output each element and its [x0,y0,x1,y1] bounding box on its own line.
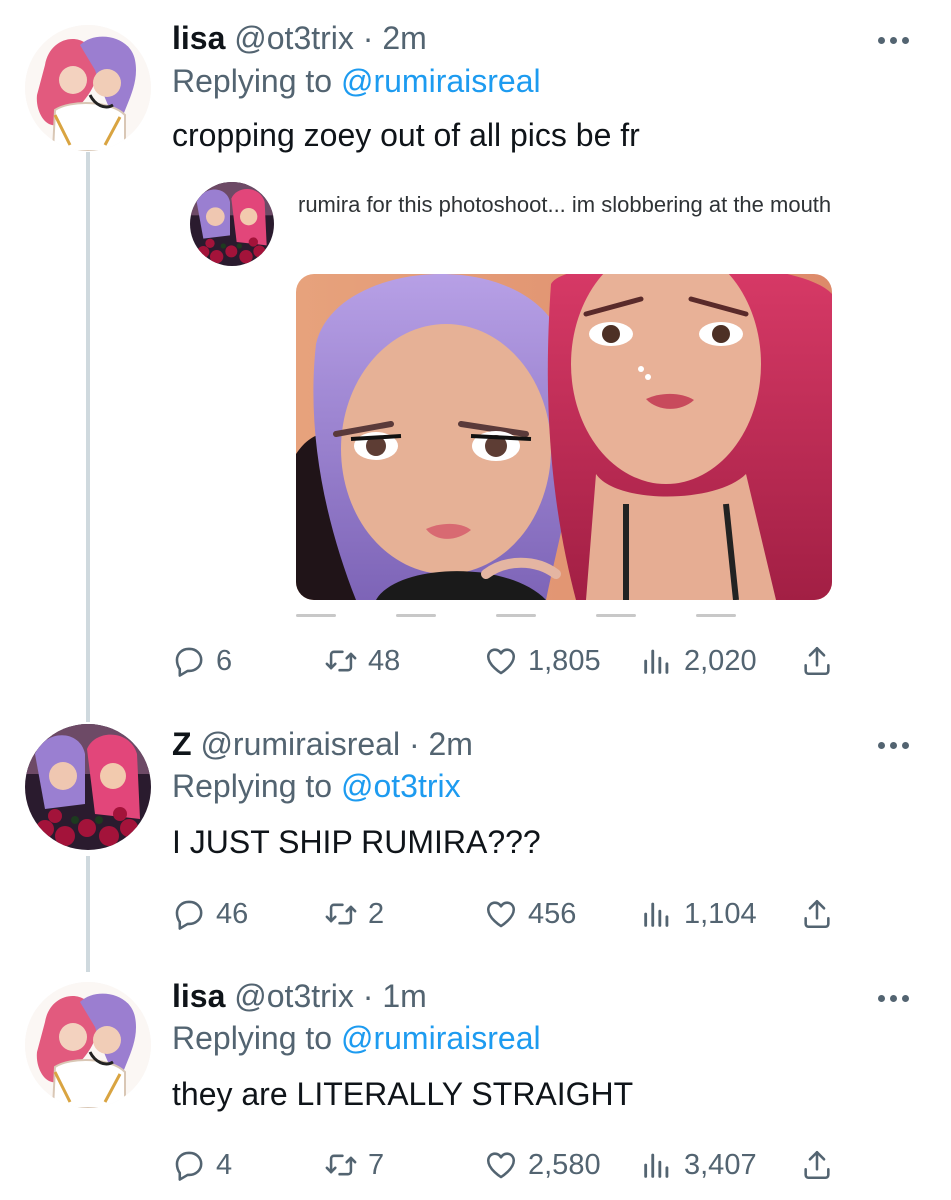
reply-icon [172,897,206,931]
heart-icon [484,1148,518,1182]
timestamp[interactable]: · 2m [409,726,473,762]
replying-label: Replying to [172,768,333,804]
retweet-button[interactable]: 48 [324,641,400,681]
view-count: 3,407 [684,1148,757,1181]
avatar-image [25,25,151,151]
retweet-icon [324,644,358,678]
heart-icon [484,644,518,678]
user-handle[interactable]: @rumiraisreal [200,726,400,762]
display-name[interactable]: Z [172,726,192,762]
share-button[interactable] [800,1145,834,1185]
reply-button[interactable]: 46 [172,894,248,934]
replying-handle-link[interactable]: @ot3trix [341,768,461,804]
timestamp[interactable]: · 2m [363,20,427,56]
reply-count: 46 [216,897,249,930]
avatar-image [25,724,151,850]
retweet-count: 2 [368,897,385,930]
embedded-cut-actions [296,614,832,620]
replying-label: Replying to [172,63,333,99]
views-icon [640,644,674,678]
tweet-text: cropping zoey out of all pics be fr [172,117,640,153]
more-options-icon[interactable] [878,34,918,46]
share-icon [800,897,834,931]
replying-handle-link[interactable]: @rumiraisreal [341,1020,541,1056]
like-button[interactable]: 2,580 [484,1145,601,1185]
share-icon [800,644,834,678]
display-name[interactable]: lisa [172,978,225,1014]
view-count: 1,104 [684,897,757,930]
embedded-photo [296,274,832,600]
embedded-text: rumira for this photoshoot... im slobber… [298,192,832,217]
display-name[interactable]: lisa [172,20,225,56]
replying-handle-link[interactable]: @rumiraisreal [341,63,541,99]
reply-count: 4 [216,1148,233,1181]
reply-count: 6 [216,644,233,677]
more-options-icon[interactable] [878,739,918,751]
replying-to: Replying to @rumiraisreal [172,61,541,101]
retweet-icon [324,1148,358,1182]
views-button[interactable]: 3,407 [640,1145,757,1185]
views-icon [640,897,674,931]
avatar-image [25,982,151,1108]
reply-button[interactable]: 6 [172,641,232,681]
reply-icon [172,644,206,678]
tweet-actions: 46 2 456 1,104 [172,894,842,934]
tweet-header: lisa @ot3trix · 1m [172,976,427,1016]
user-handle[interactable]: @ot3trix [234,978,354,1014]
tweet-header: lisa @ot3trix · 2m [172,18,427,58]
tweet-text: they are LITERALLY STRAIGHT [172,1076,634,1112]
reply-icon [172,1148,206,1182]
retweet-button[interactable]: 7 [324,1145,384,1185]
tweet-header: Z @rumiraisreal · 2m [172,724,473,764]
user-handle[interactable]: @ot3trix [234,20,354,56]
view-count: 2,020 [684,644,757,677]
like-count: 1,805 [528,644,601,677]
share-button[interactable] [800,894,834,934]
retweet-count: 48 [368,644,401,677]
replying-to: Replying to @rumiraisreal [172,1018,541,1058]
retweet-icon [324,897,358,931]
tweet-text: I JUST SHIP RUMIRA??? [172,824,541,860]
avatar[interactable] [25,724,151,850]
reply-button[interactable]: 4 [172,1145,232,1185]
timestamp[interactable]: · 1m [363,978,427,1014]
tweet-actions: 4 7 2,580 3,407 [172,1145,842,1185]
replying-to: Replying to @ot3trix [172,766,461,806]
views-button[interactable]: 2,020 [640,641,757,681]
share-icon [800,1148,834,1182]
thread-line [86,856,90,972]
avatar[interactable] [25,982,151,1108]
embedded-screenshot[interactable]: rumira for this photoshoot... im slobber… [180,168,840,628]
like-count: 2,580 [528,1148,601,1181]
thread-line [86,152,90,722]
views-button[interactable]: 1,104 [640,894,757,934]
tweet-actions: 6 48 1,805 2,020 [172,641,842,681]
retweet-count: 7 [368,1148,385,1181]
more-options-icon[interactable] [878,992,918,1004]
share-button[interactable] [800,641,834,681]
heart-icon [484,897,518,931]
like-count: 456 [528,897,577,930]
retweet-button[interactable]: 2 [324,894,384,934]
like-button[interactable]: 1,805 [484,641,601,681]
views-icon [640,1148,674,1182]
avatar[interactable] [25,25,151,151]
replying-label: Replying to [172,1020,333,1056]
embedded-avatar [190,182,274,266]
like-button[interactable]: 456 [484,894,576,934]
